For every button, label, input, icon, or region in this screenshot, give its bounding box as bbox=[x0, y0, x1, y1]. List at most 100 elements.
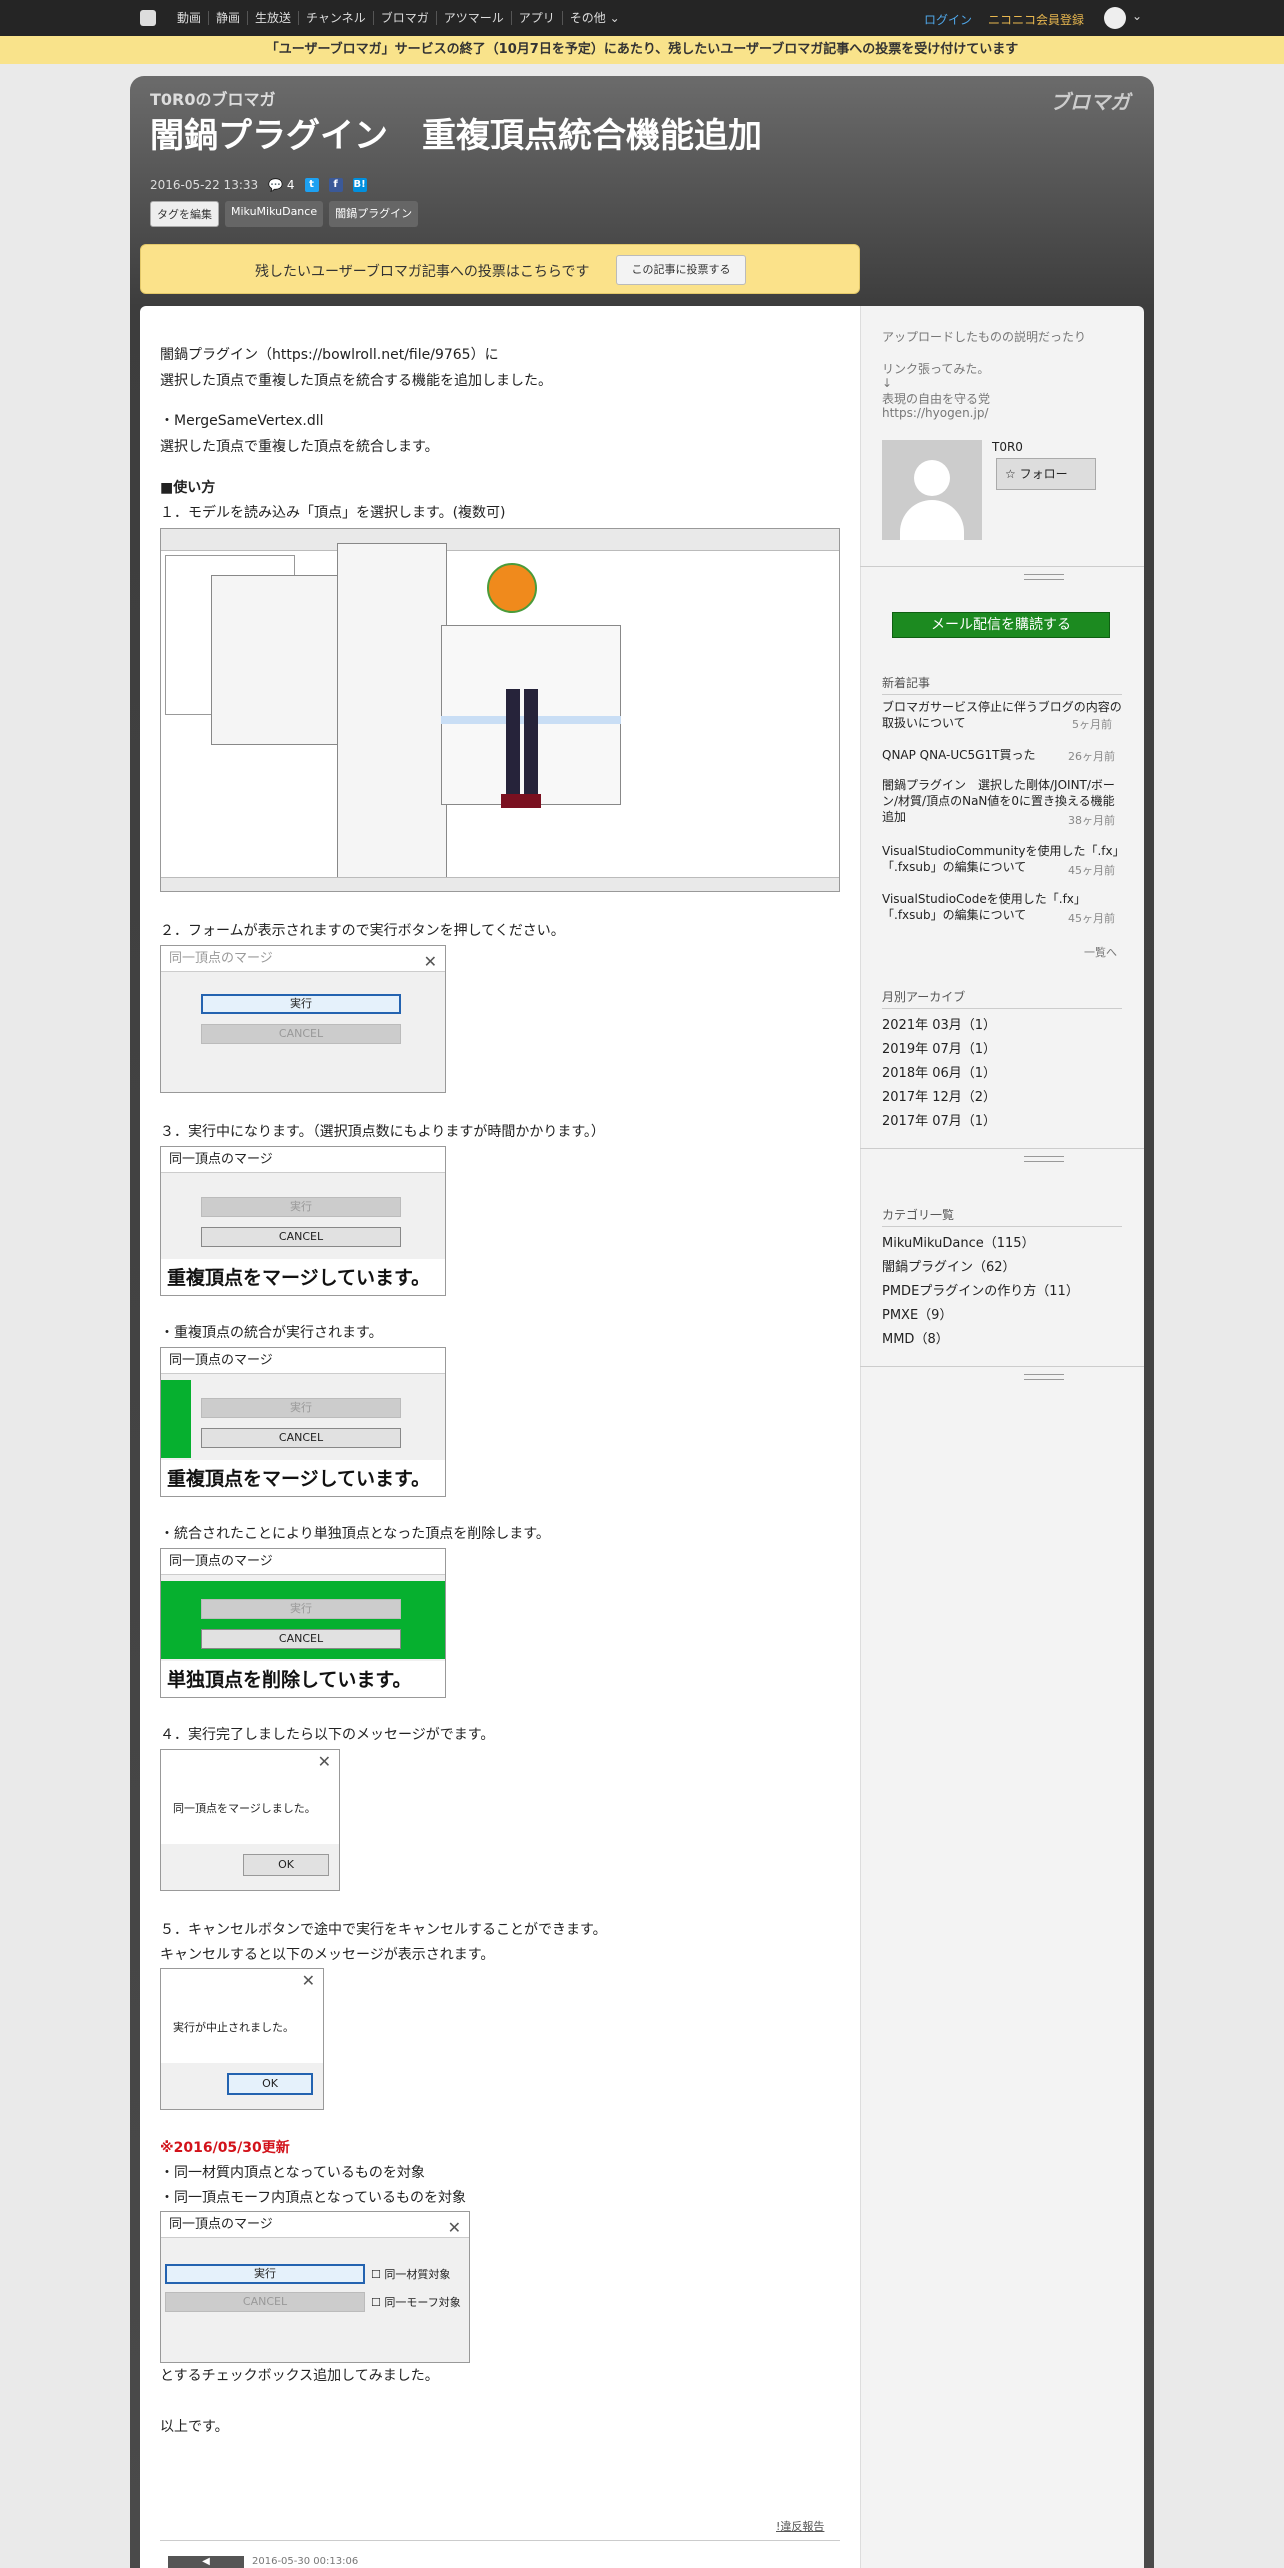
step-5: ５．キャンセルボタンで途中で実行をキャンセルすることができます。 bbox=[160, 1922, 607, 1938]
usage-heading: ■使い方 bbox=[160, 480, 216, 496]
progress-message: 単独頂点を削除しています。 bbox=[167, 1669, 412, 1691]
dialog-title: 同一頂点のマージ ✕ bbox=[161, 946, 445, 972]
run-button-disabled: 実行 bbox=[201, 1398, 401, 1418]
paragraph: ・統合されたことにより単独頂点となった頂点を削除します。 bbox=[160, 1526, 550, 1542]
new-article-link[interactable]: 「.fxsub」の編集について bbox=[882, 858, 1026, 875]
article-age: 5ヶ月前 bbox=[1072, 718, 1112, 731]
hatena-bookmark-icon[interactable]: B! bbox=[352, 178, 367, 192]
editor-statusbar bbox=[161, 877, 839, 891]
sidebar-grip bbox=[1024, 1156, 1064, 1162]
tag-list: タグを編集 MikuMikuDance 闇鍋プラグイン bbox=[150, 201, 419, 227]
sidebar-grip bbox=[1024, 574, 1064, 580]
category-link[interactable]: PMDEプラグインの作り方（11） bbox=[882, 1280, 1079, 1299]
cancel-button[interactable]: CANCEL bbox=[201, 1428, 401, 1448]
avatar-body bbox=[900, 500, 964, 540]
chevron-down-icon[interactable]: ⌄ bbox=[1132, 9, 1142, 23]
nav-atsumaru[interactable]: アツマール bbox=[437, 11, 512, 25]
user-name[interactable]: T0R0 bbox=[992, 440, 1023, 454]
niconico-logo-icon[interactable] bbox=[140, 10, 156, 26]
tag-mikumikudance[interactable]: MikuMikuDance bbox=[225, 201, 324, 227]
facebook-share-icon[interactable]: f bbox=[328, 178, 343, 192]
category-link[interactable]: MMD（8） bbox=[882, 1328, 949, 1347]
same-morph-checkbox[interactable]: ☐ 同一モーフ対象 bbox=[371, 2294, 461, 2310]
archive-link[interactable]: 2021年 03月（1） bbox=[882, 1014, 996, 1033]
category-link[interactable]: PMXE（9） bbox=[882, 1304, 952, 1323]
report-link[interactable]: !違反報告 bbox=[776, 2518, 824, 2534]
follow-button[interactable]: ☆ フォロー bbox=[996, 458, 1096, 490]
category-link[interactable]: MikuMikuDance（115） bbox=[882, 1232, 1035, 1251]
edit-tags-button[interactable]: タグを編集 bbox=[150, 201, 219, 227]
category-heading: カテゴリ一覧 bbox=[882, 1206, 1122, 1227]
nav-live[interactable]: 生放送 bbox=[248, 11, 300, 25]
more-articles-link[interactable]: 一覧へ bbox=[1084, 944, 1117, 960]
nav-blomaga[interactable]: ブロマガ bbox=[374, 11, 437, 25]
article-age: 45ヶ月前 bbox=[1068, 864, 1115, 877]
archive-link[interactable]: 2018年 06月（1） bbox=[882, 1062, 996, 1081]
nav-other-label: その他 bbox=[569, 11, 606, 25]
nav-channel[interactable]: チャンネル bbox=[299, 11, 374, 25]
category-link[interactable]: 闇鍋プラグイン（62） bbox=[882, 1256, 1016, 1275]
next-post-button[interactable]: ◀ bbox=[168, 2556, 244, 2568]
archive-link[interactable]: 2017年 12月（2） bbox=[882, 1086, 996, 1105]
profile-link[interactable]: https://hyogen.jp/ bbox=[882, 406, 988, 420]
ok-button[interactable]: OK bbox=[227, 2073, 313, 2095]
close-icon[interactable]: ✕ bbox=[318, 1752, 331, 1771]
dialog-deleting: 同一頂点のマージ 実行 CANCEL 単独頂点を削除しています。 bbox=[160, 1548, 446, 1698]
nav-other[interactable]: その他 ⌄ bbox=[563, 11, 627, 25]
dialog-title-text: 同一頂点のマージ bbox=[169, 951, 273, 966]
model-leg-left bbox=[506, 689, 520, 799]
new-article-link[interactable]: 闇鍋プラグイン 選択した剛体/JOINT/ボー bbox=[882, 776, 1115, 793]
close-icon[interactable]: ✕ bbox=[302, 1971, 315, 1990]
editor-toolbar bbox=[161, 529, 839, 551]
nav-app[interactable]: アプリ bbox=[512, 11, 563, 25]
blog-name[interactable]: T0R0のブロマガ bbox=[150, 86, 276, 110]
nav-douga[interactable]: 動画 bbox=[170, 11, 210, 25]
run-button[interactable]: 実行 bbox=[201, 994, 401, 1014]
twitter-share-icon[interactable]: t bbox=[304, 178, 319, 192]
screenshot-pmx-editor-menu[interactable] bbox=[160, 528, 840, 892]
new-article-link[interactable]: 「.fxsub」の編集について bbox=[882, 906, 1026, 923]
next-post-date: 2016-05-30 00:13:06 bbox=[252, 2556, 359, 2567]
blomaga-logo[interactable]: ブロマガ bbox=[1050, 86, 1130, 115]
archive-heading: 月別アーカイブ bbox=[882, 988, 1122, 1009]
register-link[interactable]: ニコニコ会員登録 bbox=[988, 11, 1084, 28]
dialog-title: 同一頂点のマージ ✕ bbox=[161, 2212, 469, 2238]
user-avatar-icon[interactable] bbox=[1104, 7, 1126, 29]
new-article-link[interactable]: VisualStudioCommunityを使用した「.fx」 bbox=[882, 842, 1125, 859]
subscribe-mail-button[interactable]: メール配信を購読する bbox=[892, 612, 1110, 638]
cancel-button[interactable]: CANCEL bbox=[201, 1227, 401, 1247]
new-article-link[interactable]: ン/材質/頂点のNaN値を0に置き換える機能 bbox=[882, 792, 1115, 809]
paragraph: 選択した頂点で重複した頂点を統合します。 bbox=[160, 439, 439, 455]
dialog-title-text: 同一頂点のマージ bbox=[169, 2217, 273, 2232]
close-icon[interactable]: ✕ bbox=[424, 949, 437, 975]
dialog-title: 同一頂点のマージ bbox=[161, 1549, 445, 1575]
cancel-button[interactable]: CANCEL bbox=[201, 1629, 401, 1649]
post-date: 2016-05-22 13:33 bbox=[150, 178, 259, 192]
profile-desc: リンク張ってみた。 bbox=[882, 362, 990, 376]
login-link[interactable]: ログイン bbox=[924, 11, 972, 28]
vote-button[interactable]: この記事に投票する bbox=[616, 255, 746, 285]
tag-yaminabe-plugin[interactable]: 闇鍋プラグイン bbox=[329, 201, 419, 227]
ok-button[interactable]: OK bbox=[243, 1854, 329, 1876]
new-article-link[interactable]: 取扱いについて bbox=[882, 714, 966, 731]
archive-link[interactable]: 2017年 07月（1） bbox=[882, 1110, 996, 1129]
model-leg-right bbox=[524, 689, 538, 799]
close-icon[interactable]: ✕ bbox=[448, 2215, 461, 2241]
nav-seiga[interactable]: 静画 bbox=[209, 11, 249, 25]
user-avatar[interactable] bbox=[882, 440, 982, 540]
progress-bar bbox=[161, 1380, 191, 1458]
same-material-checkbox[interactable]: ☐ 同一材質対象 bbox=[371, 2266, 450, 2282]
vote-text: 残したいユーザーブロマガ記事への投票はこちらです bbox=[255, 264, 590, 280]
new-article-link[interactable]: ブロマガサービス停止に伴うブログの内容の bbox=[882, 698, 1122, 715]
new-article-link[interactable]: 追加 bbox=[882, 808, 906, 825]
comment-count[interactable]: 💬 4 bbox=[268, 178, 294, 192]
new-article-link[interactable]: VisualStudioCodeを使用した「.fx」 bbox=[882, 890, 1086, 907]
new-article-link[interactable]: QNAP QNA-UC5G1T買った bbox=[882, 746, 1035, 763]
done-message: 同一頂点をマージしました。 bbox=[173, 1802, 316, 1815]
paragraph: 選択した頂点で重複した頂点を統合する機能を追加しました。 bbox=[160, 373, 552, 389]
step-1: １．モデルを読み込み「頂点」を選択します。(複数可) bbox=[160, 505, 506, 521]
service-end-notice[interactable]: 「ユーザーブロマガ」サービスの終了（10月7日を予定）にあたり、残したいユーザー… bbox=[0, 36, 1284, 64]
model-gizmo bbox=[487, 563, 537, 613]
run-button[interactable]: 実行 bbox=[165, 2264, 365, 2284]
archive-link[interactable]: 2019年 07月（1） bbox=[882, 1038, 996, 1057]
